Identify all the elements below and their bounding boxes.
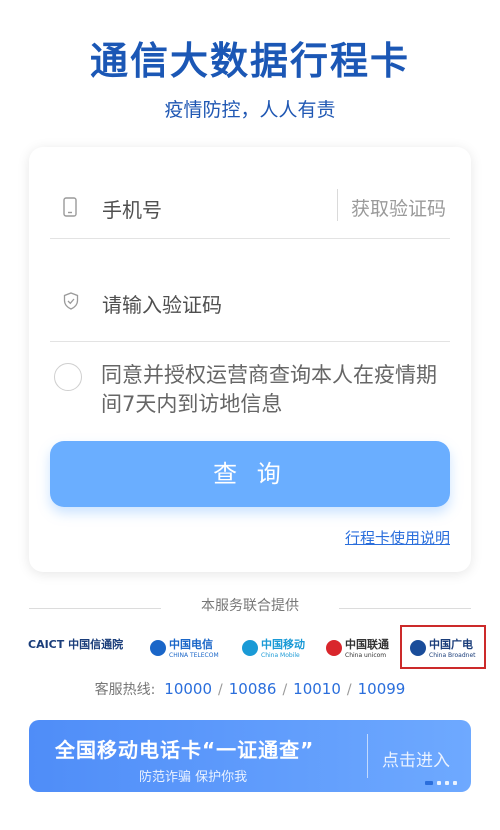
carousel-dots — [425, 781, 457, 785]
query-button[interactable]: 查 询 — [50, 441, 450, 507]
promo-banner[interactable]: 全国移动电话卡“一证通查” 防范诈骗 保护你我 点击进入 — [29, 720, 471, 792]
carousel-dot[interactable] — [453, 781, 457, 785]
china-broadnet-logo: 中国广电 China Broadnet — [410, 636, 476, 659]
login-card: 手机号 获取验证码 请输入验证码 同意并授权运营商查询本人在疫情期间7天内到访地… — [29, 147, 471, 572]
china-telecom-logo: 中国电信 CHINA TELECOM — [150, 636, 219, 659]
agree-checkbox[interactable] — [54, 363, 82, 391]
get-code-button[interactable]: 获取验证码 — [351, 194, 446, 221]
phone-input[interactable]: 手机号 — [102, 194, 162, 223]
page-subtitle: 疫情防控，人人有责 — [164, 99, 336, 121]
carousel-dot[interactable] — [425, 781, 433, 785]
carousel-dot[interactable] — [437, 781, 441, 785]
hotline: 客服热线: 10000/10086/10010/10099 — [94, 680, 406, 698]
china-mobile-icon — [242, 639, 258, 656]
china-telecom-icon — [150, 639, 166, 656]
caict-logo: CAICT 中国信通院 — [28, 638, 124, 651]
china-unicom-logo: 中国联通 China unicom — [326, 636, 389, 659]
provider-logos: CAICT 中国信通院 中国电信 CHINA TELECOM 中国移动 China … — [0, 625, 500, 669]
banner-divider — [367, 734, 368, 778]
help-link[interactable]: 行程卡使用说明 — [345, 527, 450, 548]
china-broadnet-icon — [410, 639, 426, 656]
divider-line — [50, 238, 450, 239]
shield-icon — [63, 292, 79, 310]
banner-subtitle: 防范诈骗 保护你我 — [139, 770, 248, 785]
carousel-dot[interactable] — [445, 781, 449, 785]
china-unicom-icon — [326, 639, 342, 656]
hotline-number[interactable]: 10086 — [229, 680, 277, 698]
banner-enter-button[interactable]: 点击进入 — [382, 746, 450, 771]
china-mobile-logo: 中国移动 China Mobile — [242, 636, 305, 659]
page-title: 通信大数据行程卡 — [89, 39, 410, 83]
section-line-right — [339, 608, 471, 609]
providers-heading: 本服务联合提供 — [201, 598, 299, 614]
field-divider — [337, 189, 338, 221]
phone-icon — [63, 197, 77, 217]
hotline-number[interactable]: 10010 — [293, 680, 341, 698]
banner-title: 全国移动电话卡“一证通查” — [55, 738, 315, 762]
hotline-label: 客服热线: — [94, 682, 156, 698]
divider-line — [50, 341, 450, 342]
hotline-number[interactable]: 10000 — [164, 680, 212, 698]
agree-text: 同意并授权运营商查询本人在疫情期间7天内到访地信息 — [101, 363, 437, 416]
hotline-number[interactable]: 10099 — [358, 680, 406, 698]
code-input[interactable]: 请输入验证码 — [102, 289, 222, 318]
